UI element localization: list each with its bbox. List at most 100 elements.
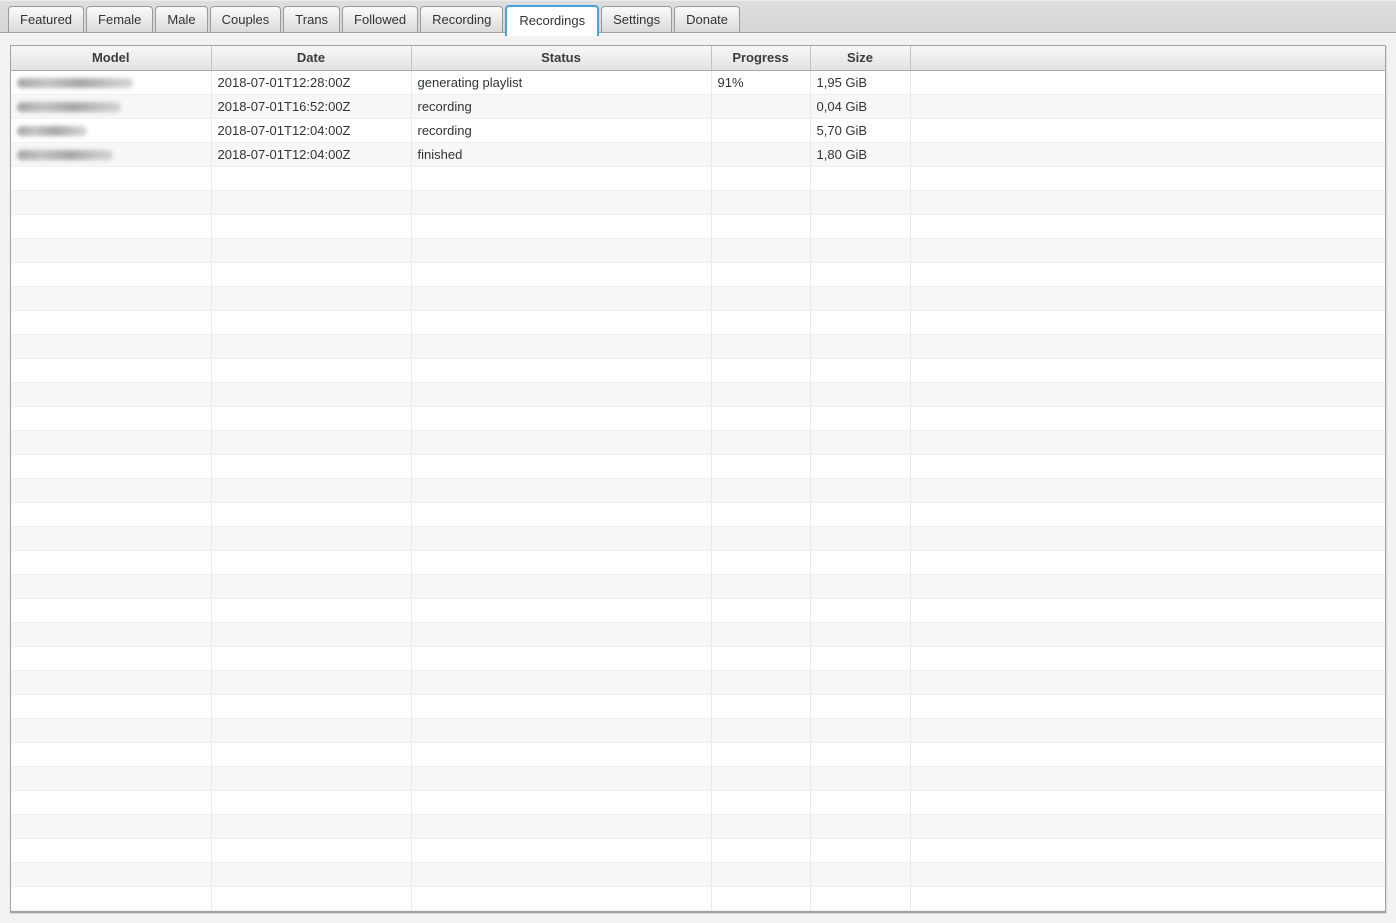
cell-status bbox=[411, 286, 712, 311]
cell-model bbox=[11, 430, 212, 455]
cell-status bbox=[411, 214, 712, 239]
recording-row[interactable]: 2018-07-01T12:28:00Z generating playlist 9… bbox=[11, 70, 1385, 95]
cell-status bbox=[411, 574, 712, 599]
tab-followed[interactable]: Followed bbox=[342, 6, 419, 32]
cell-progress bbox=[711, 262, 811, 287]
cell-model bbox=[11, 814, 212, 839]
cell-status bbox=[411, 886, 712, 911]
cell-progress bbox=[711, 622, 811, 647]
cell-filler bbox=[910, 454, 1385, 479]
column-header-status[interactable]: Status bbox=[411, 46, 712, 71]
empty-row bbox=[11, 838, 1385, 863]
tab-trans[interactable]: Trans bbox=[283, 6, 341, 32]
cell-date bbox=[211, 742, 412, 767]
cell-model bbox=[11, 670, 212, 695]
cell-date bbox=[211, 406, 412, 431]
cell-date bbox=[211, 478, 412, 503]
cell-progress bbox=[711, 406, 811, 431]
empty-row bbox=[11, 238, 1385, 263]
recording-row[interactable]: 2018-07-01T12:04:00Z recording 5,70 GiB bbox=[11, 118, 1385, 143]
empty-row bbox=[11, 526, 1385, 551]
empty-row bbox=[11, 358, 1385, 383]
tab-featured[interactable]: Featured bbox=[8, 6, 85, 32]
cell-size bbox=[810, 478, 911, 503]
cell-progress bbox=[711, 454, 811, 479]
cell-progress bbox=[711, 430, 811, 455]
cell-size bbox=[810, 238, 911, 263]
cell-status bbox=[411, 670, 712, 695]
cell-filler bbox=[910, 190, 1385, 215]
cell-size bbox=[810, 214, 911, 239]
cell-status bbox=[411, 190, 712, 215]
column-header-size[interactable]: Size bbox=[810, 46, 911, 71]
cell-filler bbox=[910, 118, 1385, 143]
cell-progress bbox=[711, 214, 811, 239]
cell-status bbox=[411, 742, 712, 767]
cell-size bbox=[810, 526, 911, 551]
recording-row[interactable]: 2018-07-01T12:04:00Z finished 1,80 GiB bbox=[11, 142, 1385, 167]
cell-size bbox=[810, 694, 911, 719]
cell-status: recording bbox=[411, 118, 712, 143]
cell-model bbox=[11, 310, 212, 335]
cell-model bbox=[11, 526, 212, 551]
cell-size bbox=[810, 670, 911, 695]
cell-progress bbox=[711, 334, 811, 359]
cell-status bbox=[411, 166, 712, 191]
cell-date: 2018-07-01T12:28:00Z bbox=[211, 70, 412, 95]
cell-date bbox=[211, 646, 412, 671]
cell-progress bbox=[711, 694, 811, 719]
cell-model bbox=[11, 646, 212, 671]
tab-recording[interactable]: Recording bbox=[420, 6, 504, 32]
tab-male[interactable]: Male bbox=[155, 6, 208, 32]
empty-row bbox=[11, 862, 1385, 887]
tab-donate[interactable]: Donate bbox=[674, 6, 741, 32]
tab-recordings[interactable]: Recordings bbox=[505, 5, 600, 36]
cell-date bbox=[211, 286, 412, 311]
cell-model bbox=[11, 862, 212, 887]
recording-row[interactable]: 2018-07-01T16:52:00Z recording 0,04 GiB bbox=[11, 94, 1385, 119]
cell-status: recording bbox=[411, 94, 712, 119]
cell-size bbox=[810, 550, 911, 575]
cell-progress bbox=[711, 238, 811, 263]
tab-settings[interactable]: Settings bbox=[601, 6, 673, 32]
cell-size bbox=[810, 166, 911, 191]
cell-size bbox=[810, 646, 911, 671]
empty-row bbox=[11, 622, 1385, 647]
cell-size bbox=[810, 622, 911, 647]
recordings-table: Model Date Status Progress Size 2018-07-01T1… bbox=[11, 46, 1385, 911]
cell-model bbox=[11, 694, 212, 719]
empty-row bbox=[11, 502, 1385, 527]
cell-status bbox=[411, 406, 712, 431]
cell-model bbox=[11, 742, 212, 767]
cell-date bbox=[211, 262, 412, 287]
cell-progress bbox=[711, 286, 811, 311]
cell-date bbox=[211, 790, 412, 815]
cell-status bbox=[411, 262, 712, 287]
cell-status bbox=[411, 646, 712, 671]
cell-status bbox=[411, 454, 712, 479]
empty-row bbox=[11, 214, 1385, 239]
cell-progress bbox=[711, 718, 811, 743]
cell-model bbox=[11, 598, 212, 623]
column-header-progress[interactable]: Progress bbox=[711, 46, 811, 71]
cell-size bbox=[810, 358, 911, 383]
cell-filler bbox=[910, 166, 1385, 191]
tab-couples[interactable]: Couples bbox=[209, 6, 282, 32]
cell-progress bbox=[711, 790, 811, 815]
cell-filler bbox=[910, 214, 1385, 239]
column-header-model[interactable]: Model bbox=[11, 46, 212, 71]
cell-size bbox=[810, 286, 911, 311]
cell-status bbox=[411, 862, 712, 887]
cell-filler bbox=[910, 526, 1385, 551]
cell-size bbox=[810, 454, 911, 479]
column-header-date[interactable]: Date bbox=[211, 46, 412, 71]
cell-progress bbox=[711, 598, 811, 623]
redacted-model-name bbox=[17, 77, 133, 88]
tab-female[interactable]: Female bbox=[86, 6, 154, 32]
cell-date bbox=[211, 334, 412, 359]
cell-model bbox=[11, 262, 212, 287]
cell-filler bbox=[910, 574, 1385, 599]
cell-date bbox=[211, 766, 412, 791]
cell-filler bbox=[910, 238, 1385, 263]
cell-size: 1,80 GiB bbox=[810, 142, 911, 167]
